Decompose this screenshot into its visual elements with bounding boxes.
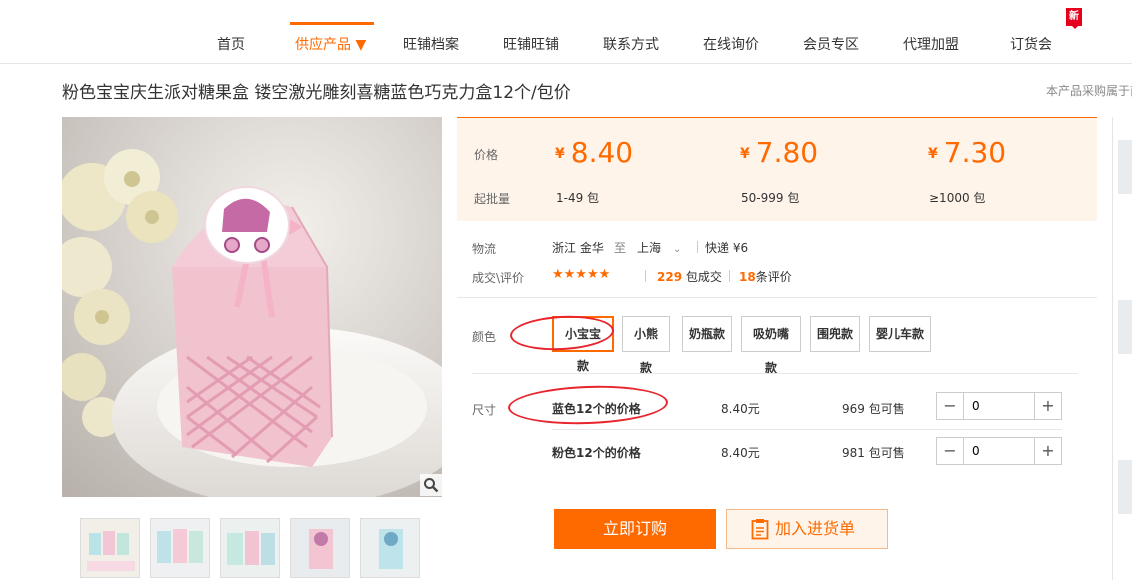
thumbnail-5[interactable] (360, 518, 420, 578)
shipping-method: 快递 ¥6 (705, 241, 749, 255)
rating-stars: ★★★★★ (552, 267, 611, 282)
color-option-pacifier[interactable]: 吸奶嘴款 (741, 316, 801, 375)
color-option-baby[interactable]: 小宝宝款 (552, 316, 614, 373)
chevron-down-icon: ⌄ (673, 244, 682, 255)
nav-item-profile[interactable]: 旺铺档案 (403, 22, 459, 64)
review-count-suffix: 条评价 (755, 270, 792, 284)
quantity-input[interactable] (963, 393, 1035, 419)
decrement-button[interactable]: − (937, 393, 963, 419)
nav-item-members[interactable]: 会员专区 (803, 22, 859, 64)
nav-item-shop[interactable]: 旺铺旺铺 (503, 22, 559, 64)
thumbnail-image (291, 519, 349, 577)
size-row-2-stock: 981 包可售 (842, 446, 905, 460)
product-photo (62, 117, 442, 497)
divider (472, 373, 1078, 374)
product-title: 粉色宝宝庆生派对糖果盒 镂空激光雕刻喜糖蓝色巧克力盒12个/包价 (62, 83, 571, 103)
quantity-stepper: − + (936, 437, 1062, 465)
product-main-image[interactable] (62, 117, 442, 497)
magnifier-icon (424, 478, 439, 493)
quantity-input[interactable] (963, 438, 1035, 464)
ship-from: 浙江 金华 (552, 241, 604, 255)
ship-to-select[interactable]: 上海 ⌄ (637, 239, 681, 256)
yen-symbol: ¥ (740, 146, 750, 162)
logistics-label: 物流 (472, 242, 497, 256)
nav-item-products-label: 供应产品 (295, 37, 351, 53)
clipboard-icon (751, 519, 769, 540)
tier-price-2: ¥7.80 (740, 136, 818, 169)
side-thumbnail[interactable] (1118, 300, 1132, 354)
add-to-purchase-list-button[interactable]: 加入进货单 (726, 509, 888, 549)
moq-label: 起批量 (474, 192, 511, 206)
tier-price-2-value: 7.80 (755, 136, 819, 169)
thumbnail-image (361, 519, 419, 577)
thumbnail-image (221, 519, 279, 577)
thumbnail-3[interactable] (220, 518, 280, 578)
size-label: 尺寸 (472, 403, 497, 417)
size-row-2-name: 粉色12个的价格 (552, 446, 641, 460)
increment-button[interactable]: + (1035, 438, 1061, 464)
chevron-down-icon: ▼ (355, 37, 367, 53)
yen-symbol: ¥ (555, 146, 565, 162)
color-option-bear[interactable]: 小熊款 (622, 316, 670, 375)
size-row-1-name: 蓝色12个的价格 (552, 402, 641, 416)
tier-price-3-value: 7.30 (943, 136, 1007, 169)
thumbnail-image (81, 519, 139, 577)
nav-item-order-fair[interactable]: 订货会 (1010, 22, 1052, 64)
thumbnail-4[interactable] (290, 518, 350, 578)
nav-item-contact[interactable]: 联系方式 (603, 22, 659, 64)
divider (645, 270, 646, 282)
size-row-2-price: 8.40元 (721, 446, 760, 460)
divider (552, 429, 1062, 430)
color-option-bib[interactable]: 围兜款 (810, 316, 860, 352)
tier-price-3: ¥7.30 (928, 136, 1006, 169)
side-thumbnail[interactable] (1118, 140, 1132, 194)
side-thumbnail[interactable] (1118, 460, 1132, 514)
order-now-button[interactable]: 立即订购 (554, 509, 716, 549)
tier-qty-2: 50-999 包 (741, 191, 800, 205)
color-option-bottle[interactable]: 奶瓶款 (682, 316, 732, 352)
color-label: 颜色 (472, 330, 497, 344)
thumbnail-2[interactable] (150, 518, 210, 578)
deals-label: 成交\评价 (472, 271, 525, 285)
thumbnail-image (151, 519, 209, 577)
tier-qty-3: ≥1000 包 (929, 191, 986, 205)
review-count-value: 18 (739, 270, 756, 284)
sold-count-value: 229 (657, 270, 683, 284)
nav-item-home[interactable]: 首页 (217, 22, 245, 64)
divider (457, 297, 1097, 298)
decrement-button[interactable]: − (937, 438, 963, 464)
sold-count-suffix: 包成交 (685, 270, 722, 284)
tier-qty-1: 1-49 包 (556, 191, 600, 205)
top-nav: 首页 供应产品 ▼ 旺铺档案 旺铺旺铺 联系方式 在线询价 会员专区 代理加盟 … (0, 0, 1132, 64)
procurement-note: 本产品采购属于商 (1046, 84, 1132, 98)
divider (729, 270, 730, 282)
ship-to-value: 上海 (637, 241, 662, 255)
yen-symbol: ¥ (928, 146, 938, 162)
tier-price-1: ¥8.40 (555, 136, 633, 169)
nav-item-inquiry[interactable]: 在线询价 (703, 22, 759, 64)
new-badge: 新 (1066, 8, 1082, 29)
nav-item-products[interactable]: 供应产品 ▼ (290, 22, 374, 64)
ship-to-word: 至 (614, 241, 627, 255)
thumbnail-1[interactable] (80, 518, 140, 578)
price-label: 价格 (474, 148, 499, 162)
quantity-stepper: − + (936, 392, 1062, 420)
nav-item-agency[interactable]: 代理加盟 (903, 22, 959, 64)
zoom-button[interactable] (420, 474, 442, 496)
size-row-1-stock: 969 包可售 (842, 402, 905, 416)
size-row-1-price: 8.40元 (721, 402, 760, 416)
review-count[interactable]: 18条评价 (739, 268, 792, 285)
add-to-purchase-list-label: 加入进货单 (775, 519, 856, 538)
increment-button[interactable]: + (1035, 393, 1061, 419)
tier-price-1-value: 8.40 (570, 136, 634, 169)
divider (697, 241, 698, 253)
color-option-stroller[interactable]: 婴儿车款 (869, 316, 931, 352)
sold-count[interactable]: 229 包成交 (657, 268, 722, 285)
